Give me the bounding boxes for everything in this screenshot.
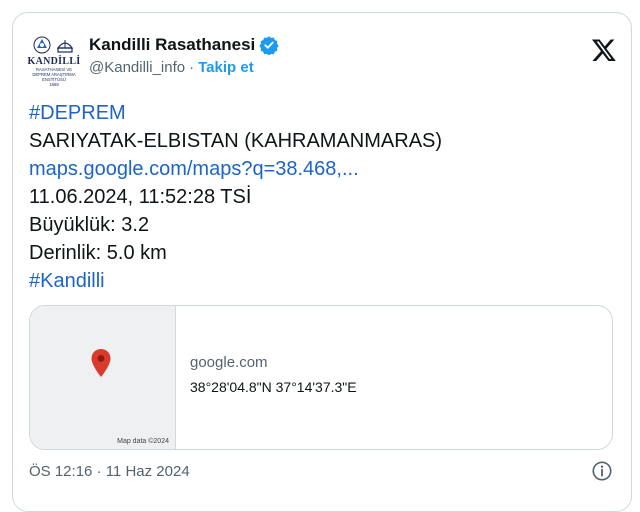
verified-badge-icon: [259, 36, 279, 55]
avatar-subtitle: RASATHANESİ VE DEPREM ARAŞTIRMA ENSTİTÜS…: [32, 67, 76, 87]
link-preview-text: google.com 38°28'04.8"N 37°14'37.3"E: [176, 306, 357, 449]
tweet-body: #DEPREM SARIYATAK-ELBISTAN (KAHRAMANMARA…: [29, 99, 442, 295]
depth-text: Derinlik: 5.0 km: [29, 242, 167, 264]
datetime-text: 11.06.2024, 11:52:28 TSİ: [29, 186, 252, 208]
tweet-footer: ÖS 12:16 · 11 Haz 2024: [29, 460, 613, 482]
tweet-card: KANDİLLİ RASATHANESİ VE DEPREM ARAŞTIRMA…: [12, 12, 632, 512]
account-names: Kandilli Rasathanesi @Kandilli_info · Ta…: [89, 35, 279, 76]
preview-coordinates: 38°28'04.8"N 37°14'37.3"E: [190, 379, 357, 395]
hashtag-deprem[interactable]: #DEPREM: [29, 99, 442, 127]
handle[interactable]: @Kandilli_info: [89, 59, 185, 76]
hashtag-kandilli[interactable]: #Kandilli: [29, 267, 442, 295]
preview-domain: google.com: [190, 354, 268, 371]
observatory-dome-icon: [56, 40, 74, 53]
link-preview-card[interactable]: Map data ©2024 google.com 38°28'04.8"N 3…: [29, 305, 613, 450]
magnitude-text: Büyüklük: 3.2: [29, 214, 150, 236]
handle-row: @Kandilli_info · Takip et: [89, 59, 279, 76]
separator: ·: [189, 59, 195, 76]
display-name[interactable]: Kandilli Rasathanesi: [89, 35, 255, 55]
follow-button[interactable]: Takip et: [198, 59, 254, 76]
avatar-emblems: [33, 35, 75, 55]
info-icon[interactable]: [591, 460, 613, 482]
kandilli-emblem-icon: [33, 36, 51, 54]
location-text: SARIYATAK-ELBISTAN (KAHRAMANMARAS): [29, 130, 443, 152]
avatar-name: KANDİLLİ: [27, 56, 81, 67]
map-attribution: Map data ©2024: [117, 438, 169, 445]
map-link[interactable]: maps.google.com/maps?q=38.468,...: [29, 155, 442, 183]
display-name-row: Kandilli Rasathanesi: [89, 35, 279, 55]
map-pin-icon: [91, 349, 111, 377]
x-logo-icon[interactable]: [591, 37, 617, 63]
avatar[interactable]: KANDİLLİ RASATHANESİ VE DEPREM ARAŞTIRMA…: [27, 35, 81, 89]
tweet-timestamp[interactable]: ÖS 12:16 · 11 Haz 2024: [29, 463, 190, 480]
tweet-header: KANDİLLİ RASATHANESİ VE DEPREM ARAŞTIRMA…: [27, 31, 621, 91]
map-thumbnail[interactable]: Map data ©2024: [30, 306, 176, 449]
